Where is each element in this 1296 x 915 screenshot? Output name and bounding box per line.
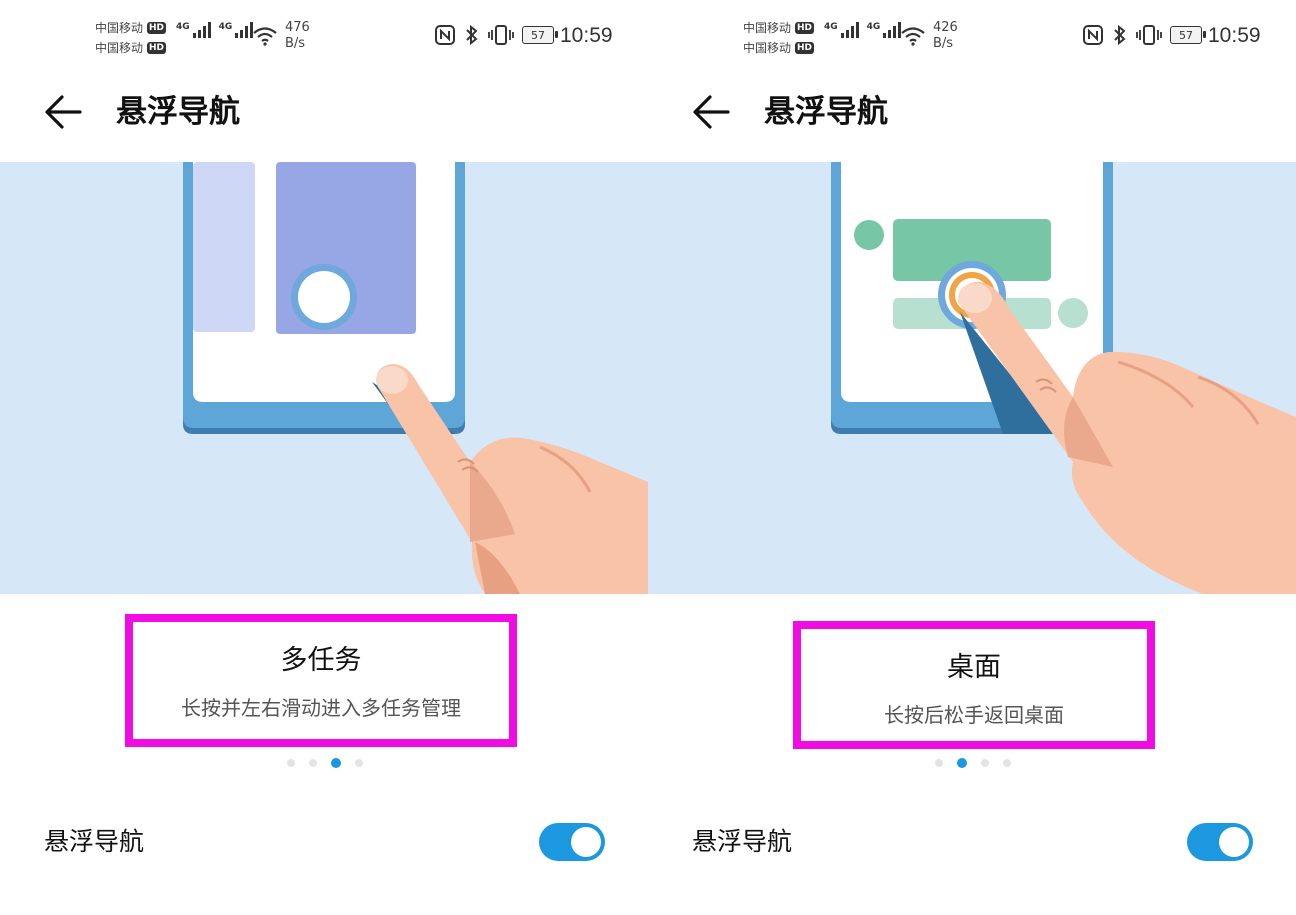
status-bar: 中国移动 HD 中国移动 HD 4G 4G 476 B/s 57 10:59 (0, 0, 648, 70)
feature-title: 桌面 (947, 652, 1001, 683)
system-icons: 57 (1082, 24, 1206, 46)
bluetooth-icon (1114, 24, 1126, 46)
feature-title: 多任务 (280, 645, 362, 676)
page-dot-active[interactable] (331, 758, 341, 768)
left-screen: 中国移动 HD 中国移动 HD 4G 4G 476 B/s 57 10:59 悬… (0, 0, 648, 915)
page-dot-active[interactable] (957, 758, 967, 768)
feature-card: 桌面 长按后松手返回桌面 (793, 621, 1155, 749)
system-icons: 57 (434, 24, 558, 46)
back-arrow-icon[interactable] (40, 92, 88, 132)
app-header: 悬浮导航 (0, 78, 648, 148)
gesture-illustration (648, 162, 1296, 594)
wifi-icon (901, 27, 925, 46)
feature-description: 长按并左右滑动进入多任务管理 (181, 696, 461, 720)
status-bar: 中国移动 HD 中国移动 HD 4G 4G 426 B/s 57 10:59 (648, 0, 1296, 70)
back-arrow-icon[interactable] (688, 92, 736, 132)
signal-4g-icon: 4G (176, 22, 211, 38)
setting-label: 悬浮导航 (692, 827, 793, 856)
page-indicator (287, 758, 363, 768)
hd-badge: HD (795, 22, 815, 34)
nfc-icon (1083, 25, 1103, 45)
gesture-illustration (0, 162, 648, 594)
page-dot[interactable] (1003, 759, 1011, 767)
signal-4g-icon: 4G (219, 22, 254, 38)
carrier-1: 中国移动 (95, 21, 144, 35)
setting-label: 悬浮导航 (44, 827, 145, 856)
floating-nav-toggle[interactable] (1187, 823, 1253, 861)
signal-icons: 4G 4G (176, 22, 254, 38)
hd-badge: HD (147, 42, 167, 54)
carrier-1: 中国移动 (743, 21, 792, 35)
carrier-2: 中国移动 (743, 41, 792, 55)
feature-card: 多任务 长按并左右滑动进入多任务管理 (125, 614, 517, 747)
page-title: 悬浮导航 (764, 94, 888, 130)
carrier-info: 中国移动 HD 中国移动 HD (95, 18, 167, 58)
nfc-icon (435, 25, 455, 45)
floating-nav-setting-row[interactable]: 悬浮导航 (648, 815, 1296, 871)
battery-icon: 57 (522, 26, 558, 44)
floating-nav-toggle[interactable] (539, 823, 605, 861)
wifi-icon (253, 27, 277, 46)
page-dot[interactable] (309, 759, 317, 767)
desktop-illustration (831, 162, 1296, 594)
network-speed: 476 B/s (285, 20, 310, 51)
carrier-2: 中国移动 (95, 41, 144, 55)
signal-4g-icon: 4G (824, 22, 859, 38)
page-dot[interactable] (287, 759, 295, 767)
right-screen: 中国移动 HD 中国移动 HD 4G 4G 426 B/s 57 10:59 悬… (648, 0, 1296, 915)
multitask-illustration (183, 162, 648, 594)
signal-4g-icon: 4G (867, 22, 902, 38)
page-dot[interactable] (935, 759, 943, 767)
hd-badge: HD (795, 42, 815, 54)
page-title: 悬浮导航 (116, 94, 240, 130)
battery-icon: 57 (1170, 26, 1206, 44)
clock: 10:59 (560, 24, 613, 47)
page-dot[interactable] (355, 759, 363, 767)
page-dot[interactable] (981, 759, 989, 767)
floating-nav-setting-row[interactable]: 悬浮导航 (0, 815, 648, 871)
hd-badge: HD (147, 22, 167, 34)
app-header: 悬浮导航 (648, 78, 1296, 148)
clock: 10:59 (1208, 24, 1261, 47)
toggle-knob (1219, 827, 1249, 857)
page-indicator (935, 758, 1011, 768)
toggle-knob (571, 827, 601, 857)
network-speed: 426 B/s (933, 20, 958, 51)
vibrate-icon (1136, 25, 1162, 45)
bluetooth-icon (466, 24, 478, 46)
carrier-info: 中国移动 HD 中国移动 HD (743, 18, 815, 58)
vibrate-icon (488, 25, 514, 45)
signal-icons: 4G 4G (824, 22, 902, 38)
feature-description: 长按后松手返回桌面 (884, 703, 1064, 727)
